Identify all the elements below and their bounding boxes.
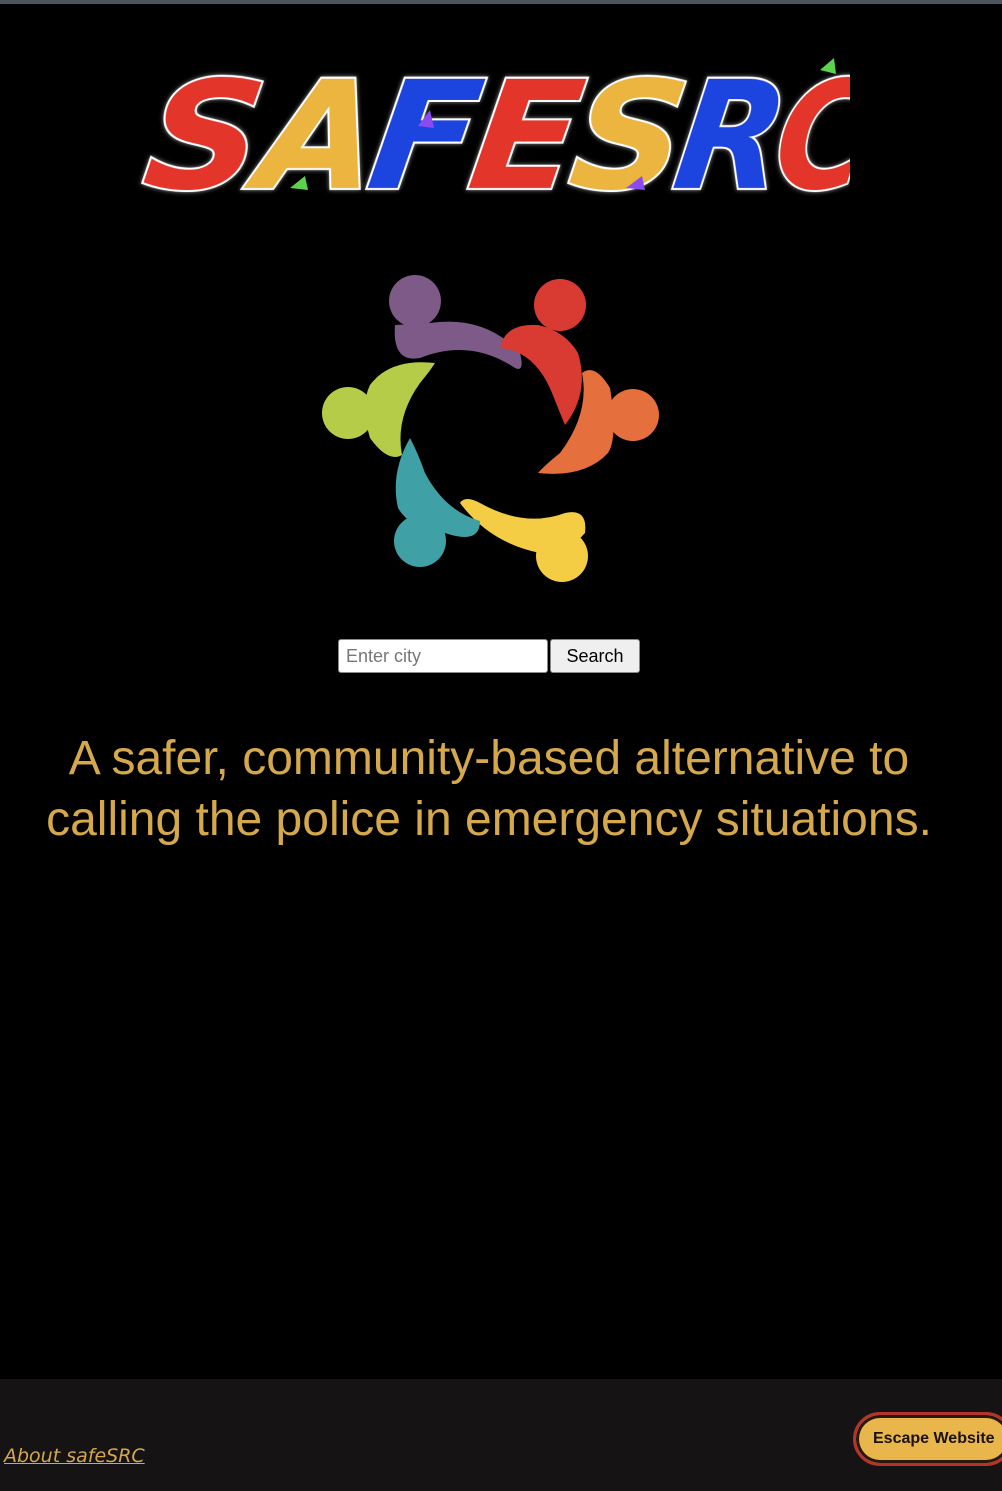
tagline-line-1: A safer, community-based alternative to <box>68 732 910 785</box>
safesrc-logo: S A F E S R C <box>133 48 850 203</box>
tagline-line-2: calling the police in emergency situatio… <box>46 793 932 846</box>
figure-green <box>322 362 435 457</box>
search-button[interactable]: Search <box>550 639 640 673</box>
page: S A F E S R C Enter city Search A safer,… <box>0 0 1002 1491</box>
window-top-border <box>0 0 1002 4</box>
tagline: A safer, community-based alternative to … <box>0 728 978 850</box>
footer <box>0 1379 1002 1491</box>
figure-yellow <box>460 499 588 582</box>
escape-website-button[interactable]: Escape Website <box>853 1412 1002 1466</box>
city-search-form: Search <box>338 639 640 673</box>
about-safesrc-link[interactable]: About safeSRC <box>4 1445 145 1467</box>
community-circle-icon <box>322 275 659 582</box>
city-search-input[interactable] <box>338 639 548 673</box>
figure-purple <box>389 275 522 369</box>
